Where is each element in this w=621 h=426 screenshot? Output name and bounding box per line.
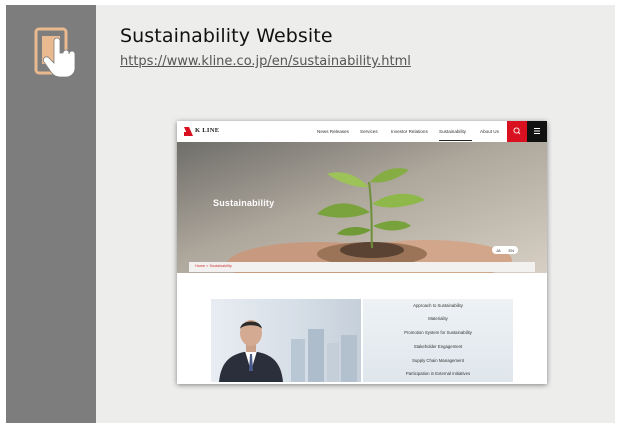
sustainability-website-link[interactable]: https://www.kline.co.jp/en/sustainabilit…	[120, 54, 411, 69]
sustainability-menu: Approach to Sustainability Materiality P…	[363, 299, 513, 382]
search-icon	[513, 127, 521, 135]
site-menu-button[interactable]	[527, 121, 547, 142]
card-sidebar	[6, 5, 96, 423]
executive-portrait-image	[219, 320, 357, 382]
info-card: Sustainability Website https://www.kline…	[6, 5, 615, 423]
card-title: Sustainability Website	[120, 25, 333, 47]
breadcrumb-text[interactable]: Home > Sustainability	[195, 264, 232, 268]
nav-active-indicator	[439, 140, 472, 141]
intro-section: Approach to Sustainability Materiality P…	[211, 299, 513, 382]
executive-photo	[211, 299, 361, 382]
hero-title: Sustainability	[213, 198, 275, 208]
site-nav-bar: K LINE News Releases Services Investor R…	[177, 121, 547, 142]
menu-promotion-system[interactable]: Promotion System for Sustainability	[363, 330, 513, 335]
nav-news-releases[interactable]: News Releases	[317, 129, 349, 134]
language-toggle[interactable]: JA EN	[492, 246, 518, 254]
hero-banner: Sustainability JA EN	[177, 142, 547, 273]
menu-supply-chain-management[interactable]: Supply Chain Management	[363, 358, 513, 363]
site-search-button[interactable]	[507, 121, 527, 142]
breadcrumb: Home > Sustainability	[189, 262, 535, 272]
nav-sustainability[interactable]: Sustainability	[439, 129, 466, 134]
lang-ja[interactable]: JA	[496, 248, 501, 253]
tablet-touch-icon	[34, 27, 76, 78]
menu-materiality[interactable]: Materiality	[363, 316, 513, 321]
website-screenshot: K LINE News Releases Services Investor R…	[177, 121, 547, 384]
menu-approach-to-sustainability[interactable]: Approach to Sustainability	[363, 303, 513, 308]
lang-en[interactable]: EN	[508, 248, 514, 253]
site-logo-text: K LINE	[195, 127, 220, 134]
menu-stakeholder-engagement[interactable]: Stakeholder Engagement	[363, 344, 513, 349]
nav-about-us[interactable]: About Us	[480, 129, 499, 134]
menu-external-initiatives[interactable]: Participation in External Initiatives	[363, 371, 513, 376]
hamburger-menu-icon	[534, 128, 540, 134]
k-line-logo-icon	[184, 127, 193, 136]
nav-investor-relations[interactable]: Investor Relations	[391, 129, 428, 134]
nav-services[interactable]: Services	[360, 129, 378, 134]
